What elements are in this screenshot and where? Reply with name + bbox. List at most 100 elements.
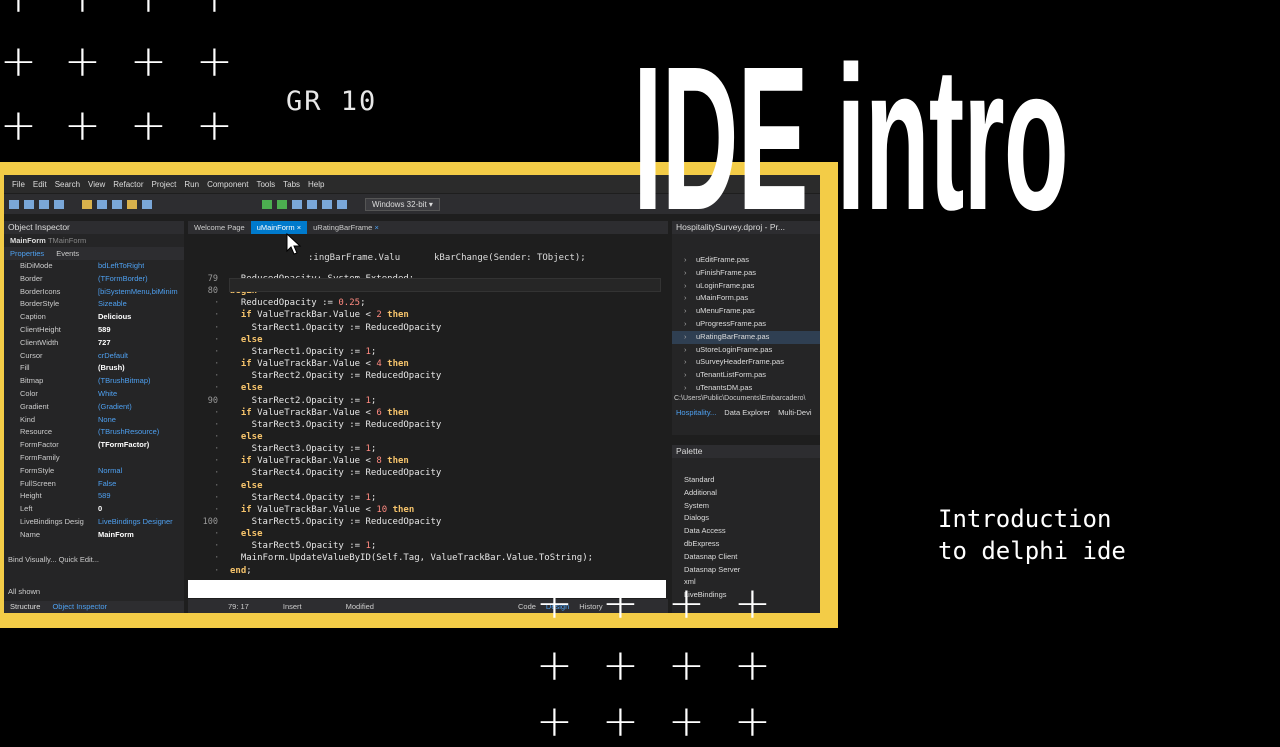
gutter-marker: · xyxy=(214,359,220,370)
palette-category: Dialogs xyxy=(684,513,710,523)
gutter-marker: · xyxy=(214,371,220,382)
property-value: Normal xyxy=(98,465,123,475)
code-line: · StarRect1.Opacity := 1; xyxy=(188,346,668,358)
property-value: None xyxy=(98,414,116,424)
property-row: BiDiMode bdLeftToRight xyxy=(4,260,184,273)
tab-events: Events xyxy=(56,249,80,258)
all-shown-label: All shown xyxy=(8,587,41,596)
gutter-marker: · xyxy=(214,553,220,564)
copy-icon xyxy=(97,199,107,209)
menu-item-search: Search xyxy=(54,179,81,189)
property-value: 727 xyxy=(98,337,111,347)
gutter-marker: · xyxy=(214,407,220,418)
modified-state: Modified xyxy=(345,601,374,611)
run-without-debug-icon xyxy=(277,199,287,209)
property-row: Resource (TBrushResource) xyxy=(4,426,184,439)
property-name: LiveBindings Desig xyxy=(20,516,84,526)
cursor-position: 79: 17 xyxy=(228,601,249,611)
code-line: · StarRect4.Opacity := 1; xyxy=(188,492,668,504)
property-row: LiveBindings Desig LiveBindings Designer xyxy=(4,516,184,529)
save-all-icon xyxy=(54,199,64,209)
property-value: bdLeftToRight xyxy=(98,261,145,270)
object-inspector-title: Object Inspector xyxy=(4,221,184,234)
tab-data-explorer: Data Explorer xyxy=(724,407,771,417)
property-name: Gradient xyxy=(20,401,49,411)
grade-label: GR 10 xyxy=(286,86,378,117)
property-value: False xyxy=(98,478,117,488)
property-row: FormFactor (TFormFactor) xyxy=(4,439,184,452)
project-file: uMenuFrame.pas xyxy=(672,305,820,318)
step-over-icon xyxy=(322,199,332,209)
bottom-tabs: Structure Object Inspector xyxy=(4,601,184,613)
property-row: Height 589 xyxy=(4,490,184,503)
gutter-marker: · xyxy=(214,383,220,394)
property-row: Cursor crDefault xyxy=(4,350,184,363)
code-line: 90 StarRect2.Opacity := 1; xyxy=(188,395,668,407)
code-line: · if ValueTrackBar.Value < 10 then xyxy=(188,504,668,516)
subtitle-line-2: to delphi ide xyxy=(938,537,1126,565)
palette-category: Standard xyxy=(684,475,715,484)
property-value: (TFormBorder) xyxy=(98,273,148,283)
palette-category: Datasnap Server xyxy=(684,564,741,574)
property-row: Color White xyxy=(4,388,184,401)
gutter-marker: · xyxy=(214,310,220,321)
folder-icon xyxy=(82,199,92,209)
property-value: (TFormFactor) xyxy=(98,440,150,450)
code-line: · end; xyxy=(188,565,668,577)
menu-item-component: Component xyxy=(207,179,249,189)
gutter-marker: · xyxy=(214,419,220,430)
property-name: Fill xyxy=(20,363,30,373)
property-row: FormStyle Normal xyxy=(4,465,184,478)
tab-hospitality: Hospitality... xyxy=(676,407,717,417)
property-row: ClientHeight 589 xyxy=(4,324,184,337)
property-value: Delicious xyxy=(98,312,132,322)
property-row: Gradient (Gradient) xyxy=(4,401,184,414)
palette-title: Palette xyxy=(672,445,820,458)
property-name: FullScreen xyxy=(20,478,56,488)
property-row: Bitmap (TBrushBitmap) xyxy=(4,375,184,388)
code-text: else xyxy=(240,334,263,345)
code-text: StarRect1.Opacity := ReducedOpacity xyxy=(230,322,442,333)
property-row: BorderStyle Sizeable xyxy=(4,298,184,311)
method-header-fragment-1: :ingBarFrame.Valu xyxy=(308,253,401,263)
code-text: else xyxy=(240,480,263,491)
insert-mode: Insert xyxy=(282,601,302,611)
property-list: BiDiMode bdLeftToRight Border (TFormBorder)… xyxy=(4,260,184,542)
menu-item-file: File xyxy=(12,179,25,189)
property-value: (Gradient) xyxy=(98,401,132,411)
tab-object-inspector: Object Inspector xyxy=(52,602,108,611)
menu-item-view: View xyxy=(88,179,106,189)
code-text: StarRect4.Opacity := ReducedOpacity xyxy=(230,468,442,479)
property-name: Border xyxy=(20,273,43,283)
gutter-marker: · xyxy=(214,431,220,442)
gutter-marker: · xyxy=(214,468,220,479)
palette-toolbar xyxy=(672,458,820,474)
property-name: ClientHeight xyxy=(20,324,61,334)
code-text: else xyxy=(240,529,263,540)
property-name: Resource xyxy=(20,427,53,437)
gutter-marker: · xyxy=(214,529,220,540)
page-title: IDE intro xyxy=(633,24,1069,253)
gutter-marker: · xyxy=(214,504,220,515)
property-value: 589 xyxy=(98,324,111,334)
code-line: · StarRect2.Opacity := ReducedOpacity xyxy=(188,370,668,382)
project-path: C:\Users\Public\Documents\Embarcadero\ xyxy=(674,394,806,402)
menu-item-tools: Tools xyxy=(256,179,276,189)
gutter-marker: · xyxy=(214,565,220,576)
gutter-marker: · xyxy=(214,541,220,552)
property-value: LiveBindings Designer xyxy=(98,516,173,526)
code-line: · else xyxy=(188,480,668,492)
current-line-highlight xyxy=(229,278,661,292)
method-header-fragment-2: kBarChange(Sender: TObject); xyxy=(434,253,586,263)
code-line: · StarRect4.Opacity := ReducedOpacity xyxy=(188,467,668,479)
project-file: uEditFrame.pas xyxy=(672,254,820,267)
code-text: end; xyxy=(230,565,252,576)
run-icon xyxy=(262,199,272,209)
inspector-tabs: Properties Events xyxy=(4,247,184,260)
tab-structure: Structure xyxy=(10,602,41,611)
subtitle: Introduction to delphi ide xyxy=(938,503,1126,567)
property-value: (Brush) xyxy=(98,363,125,373)
tab-properties: Properties xyxy=(10,249,45,258)
pause-icon xyxy=(292,199,302,209)
palette-category: dbExpress xyxy=(684,538,720,548)
